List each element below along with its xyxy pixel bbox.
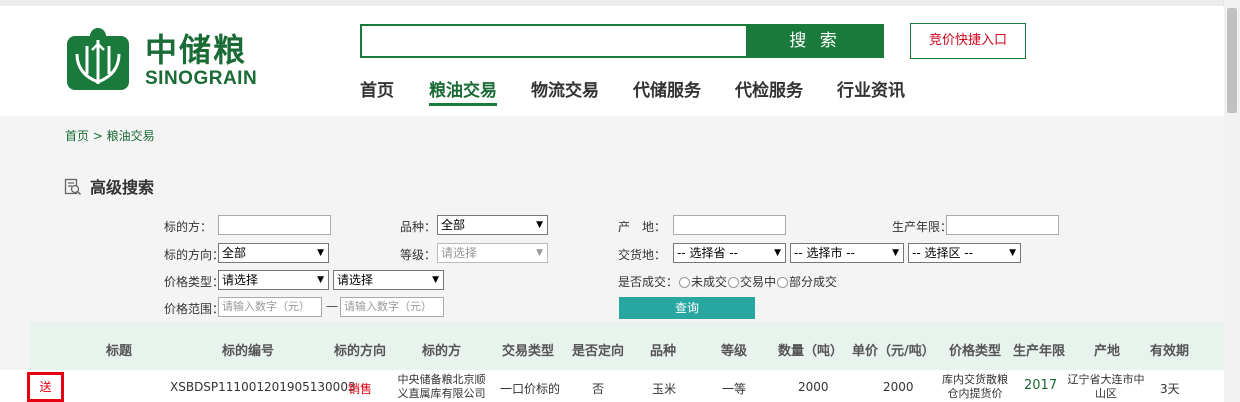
- nav-grain-oil-trading[interactable]: 粮油交易: [429, 76, 497, 106]
- radio-trading-label: 交易中: [740, 275, 777, 289]
- chevron-down-icon: ▼: [432, 275, 439, 285]
- query-button[interactable]: 查询: [619, 297, 755, 319]
- price-type-select-1[interactable]: 请选择 ▼: [218, 270, 329, 290]
- col-id: 标的编号: [222, 344, 275, 359]
- chevron-down-icon: ▼: [317, 248, 324, 258]
- province-select[interactable]: -- 选择省 -- ▼: [673, 243, 786, 263]
- col-origin: 产地: [1094, 344, 1121, 359]
- breadcrumb[interactable]: 首页 > 粮油交易: [65, 127, 155, 144]
- origin-label: 产 地：: [618, 220, 667, 234]
- cell-quantity: 2000: [798, 380, 829, 394]
- price-type-label: 价格类型：: [164, 275, 225, 289]
- nav-industry-news[interactable]: 行业资讯: [837, 76, 905, 101]
- chevron-down-icon: ▼: [317, 275, 324, 285]
- production-year-input[interactable]: [946, 215, 1059, 235]
- logo-english-text: SINOGRAIN: [145, 68, 258, 89]
- cell-party: 中央储备粮北京顺义直属库有限公司: [397, 373, 486, 400]
- scrollbar-thumb[interactable]: [1227, 8, 1237, 113]
- radio-trading[interactable]: [728, 277, 740, 288]
- radio-partial[interactable]: [777, 277, 789, 288]
- price-max-input[interactable]: 请输入数字（元）: [340, 297, 444, 317]
- chevron-down-icon: ▼: [774, 248, 781, 258]
- grade-select[interactable]: 请选择 ▼: [437, 243, 548, 263]
- wheat-logo-icon: [67, 28, 129, 90]
- col-trade-type: 交易类型: [502, 344, 555, 359]
- cell-id[interactable]: XSBDSP111001201905130003: [170, 380, 356, 394]
- variety-label: 品种：: [400, 220, 437, 234]
- col-grade: 等级: [721, 344, 748, 359]
- nav-home[interactable]: 首页: [360, 76, 394, 101]
- site-header: 中储粮 SINOGRAIN 搜 索 竞价快捷入口 首页 粮油交易 物流交易 代储…: [0, 6, 1224, 116]
- advanced-search-title-text: 高级搜索: [90, 178, 155, 197]
- direction-select[interactable]: 全部 ▼: [218, 243, 329, 263]
- subject-input[interactable]: [218, 215, 331, 235]
- price-range-label: 价格范围：: [164, 302, 225, 316]
- col-unit-price: 单价（元/吨）: [852, 344, 935, 359]
- production-year-label: 生产年限：: [892, 220, 953, 234]
- advanced-search-title: 高级搜索: [64, 174, 154, 200]
- cell-unit-price: 2000: [883, 380, 914, 394]
- range-dash: 一: [326, 300, 339, 314]
- cell-year: 2017: [1024, 378, 1058, 393]
- direction-label: 标的方向：: [164, 248, 225, 262]
- col-year: 生产年限: [1013, 344, 1066, 359]
- vertical-scrollbar[interactable]: [1223, 0, 1240, 402]
- chevron-down-icon: ▼: [892, 248, 899, 258]
- chevron-down-icon: ▼: [536, 220, 543, 230]
- nav-storage-service[interactable]: 代储服务: [633, 76, 701, 101]
- search-input[interactable]: [360, 24, 746, 58]
- cell-validity: 3天: [1160, 382, 1180, 396]
- col-variety: 品种: [650, 344, 677, 359]
- col-title: 标题: [106, 344, 133, 359]
- cell-direction: 销售: [348, 382, 373, 396]
- col-direction: 标的方向: [334, 344, 387, 359]
- radio-unsold-label: 未成交: [691, 275, 728, 289]
- col-party: 标的方: [422, 344, 462, 359]
- city-select[interactable]: -- 选择市 -- ▼: [790, 243, 904, 263]
- quick-bid-entry-button[interactable]: 竞价快捷入口: [910, 23, 1026, 59]
- origin-input[interactable]: [673, 215, 786, 235]
- cell-directed: 否: [592, 382, 605, 396]
- district-select[interactable]: -- 选择区 -- ▼: [908, 243, 1021, 263]
- col-price-type: 价格类型: [949, 344, 1002, 359]
- col-quantity: 数量（吨）: [778, 344, 844, 359]
- deal-status-label: 是否成交： 未成交 交易中 部分成交: [618, 275, 838, 289]
- col-directed: 是否定向: [572, 344, 625, 359]
- subject-label: 标的方：: [164, 220, 213, 234]
- price-min-input[interactable]: 请输入数字（元）: [218, 297, 322, 317]
- col-validity: 有效期: [1150, 344, 1190, 359]
- cell-trade-type: 一口价标的: [500, 382, 561, 396]
- cell-variety: 玉米: [652, 382, 677, 396]
- cell-price-type: 库内交货散粮仓内提货价: [942, 373, 1008, 400]
- variety-select[interactable]: 全部 ▼: [437, 215, 548, 235]
- search-button[interactable]: 搜 索: [746, 24, 884, 58]
- grade-label: 等级：: [400, 248, 437, 262]
- radio-unsold[interactable]: [679, 277, 691, 288]
- sinograin-logo[interactable]: 中储粮 SINOGRAIN: [65, 26, 265, 98]
- cell-origin: 辽宁省大连市中山区: [1067, 373, 1145, 400]
- chevron-down-icon: ▼: [1009, 248, 1016, 258]
- delivery-label: 交货地：: [618, 248, 667, 262]
- search-document-icon: [64, 178, 82, 200]
- radio-partial-label: 部分成交: [789, 275, 838, 289]
- nav-logistics-trading[interactable]: 物流交易: [531, 76, 599, 101]
- logo-chinese-text: 中储粮: [145, 31, 248, 69]
- nav-inspection-service[interactable]: 代检服务: [735, 76, 803, 101]
- cell-grade: 一等: [722, 382, 747, 396]
- chevron-down-icon: ▼: [536, 248, 543, 258]
- price-type-select-2[interactable]: 请选择 ▼: [333, 270, 444, 290]
- delivery-tag: 送: [27, 372, 64, 402]
